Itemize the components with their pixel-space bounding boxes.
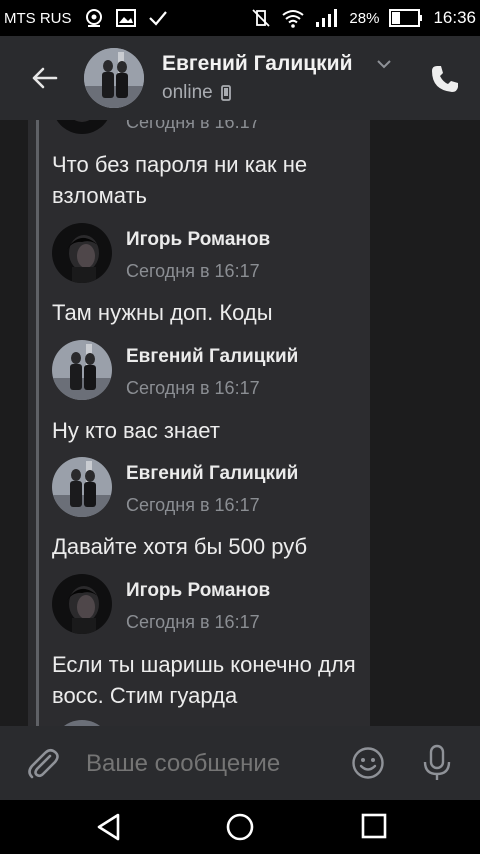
message-text: Если ты шаришь конечно для восс. Стим гу… xyxy=(52,652,356,708)
message-text: Там нужны доп. Коды xyxy=(52,300,273,325)
message-time: Сегодня в 16:17 xyxy=(126,612,260,632)
status-text: online xyxy=(162,82,213,103)
phone-icon[interactable] xyxy=(428,62,462,96)
paperclip-icon[interactable] xyxy=(24,744,62,782)
signal-icon xyxy=(316,9,338,27)
contact-name[interactable]: Евгений Галицкий xyxy=(162,52,352,76)
check-icon xyxy=(148,11,167,26)
system-nav-bar xyxy=(0,800,480,854)
battery-icon xyxy=(389,9,423,27)
message-input[interactable] xyxy=(86,746,336,782)
location-icon xyxy=(85,9,102,27)
author-name[interactable]: Евгений Галицкий xyxy=(126,346,298,368)
avatar[interactable] xyxy=(52,340,112,400)
back-arrow-icon xyxy=(32,67,58,89)
chat-header: Евгений Галицкий online xyxy=(0,36,480,120)
message-list[interactable]: Сегодня в 16:17 Что без пароля ни как не… xyxy=(0,120,480,726)
author-name[interactable]: Игорь Романов xyxy=(126,229,270,251)
contact-avatar[interactable] xyxy=(84,48,144,108)
message-time: Сегодня в 16:17 xyxy=(126,261,260,281)
carrier-label: MTS RUS xyxy=(4,9,72,27)
contact-status: online xyxy=(162,82,231,104)
chevron-down-icon[interactable] xyxy=(376,58,392,70)
battery-percent: 28% xyxy=(349,9,380,27)
nav-home-icon[interactable] xyxy=(225,812,255,842)
message-text: Давайте хотя бы 500 руб xyxy=(52,534,308,559)
message-time: Сегодня в 16:17 xyxy=(126,495,260,515)
nav-back-icon[interactable] xyxy=(94,812,124,842)
vibrate-off-icon xyxy=(252,9,271,27)
avatar[interactable] xyxy=(52,574,112,634)
author-name[interactable]: Евгений Галицкий xyxy=(126,463,298,485)
emoji-icon[interactable] xyxy=(351,746,385,780)
message-time: Сегодня в 16:17 xyxy=(126,120,260,132)
wifi-icon xyxy=(282,10,305,28)
gallery-icon xyxy=(115,9,136,27)
forwarded-indicator-line xyxy=(36,120,39,726)
avatar[interactable] xyxy=(52,457,112,517)
message-text: Ну кто вас знает xyxy=(52,418,220,443)
back-button[interactable] xyxy=(24,58,64,98)
message-text: Что без пароля ни как не взломать xyxy=(52,152,308,208)
message-time: Сегодня в 16:17 xyxy=(126,378,260,398)
phone-status-icon xyxy=(220,85,231,101)
nav-recent-apps-icon[interactable] xyxy=(360,812,388,840)
avatar[interactable] xyxy=(52,223,112,283)
author-name[interactable]: Игорь Романов xyxy=(126,580,270,602)
status-bar: MTS RUS 28% 16:36 xyxy=(0,0,480,36)
message-input-bar xyxy=(0,726,480,800)
microphone-icon[interactable] xyxy=(420,744,454,782)
clock: 16:36 xyxy=(433,8,476,27)
